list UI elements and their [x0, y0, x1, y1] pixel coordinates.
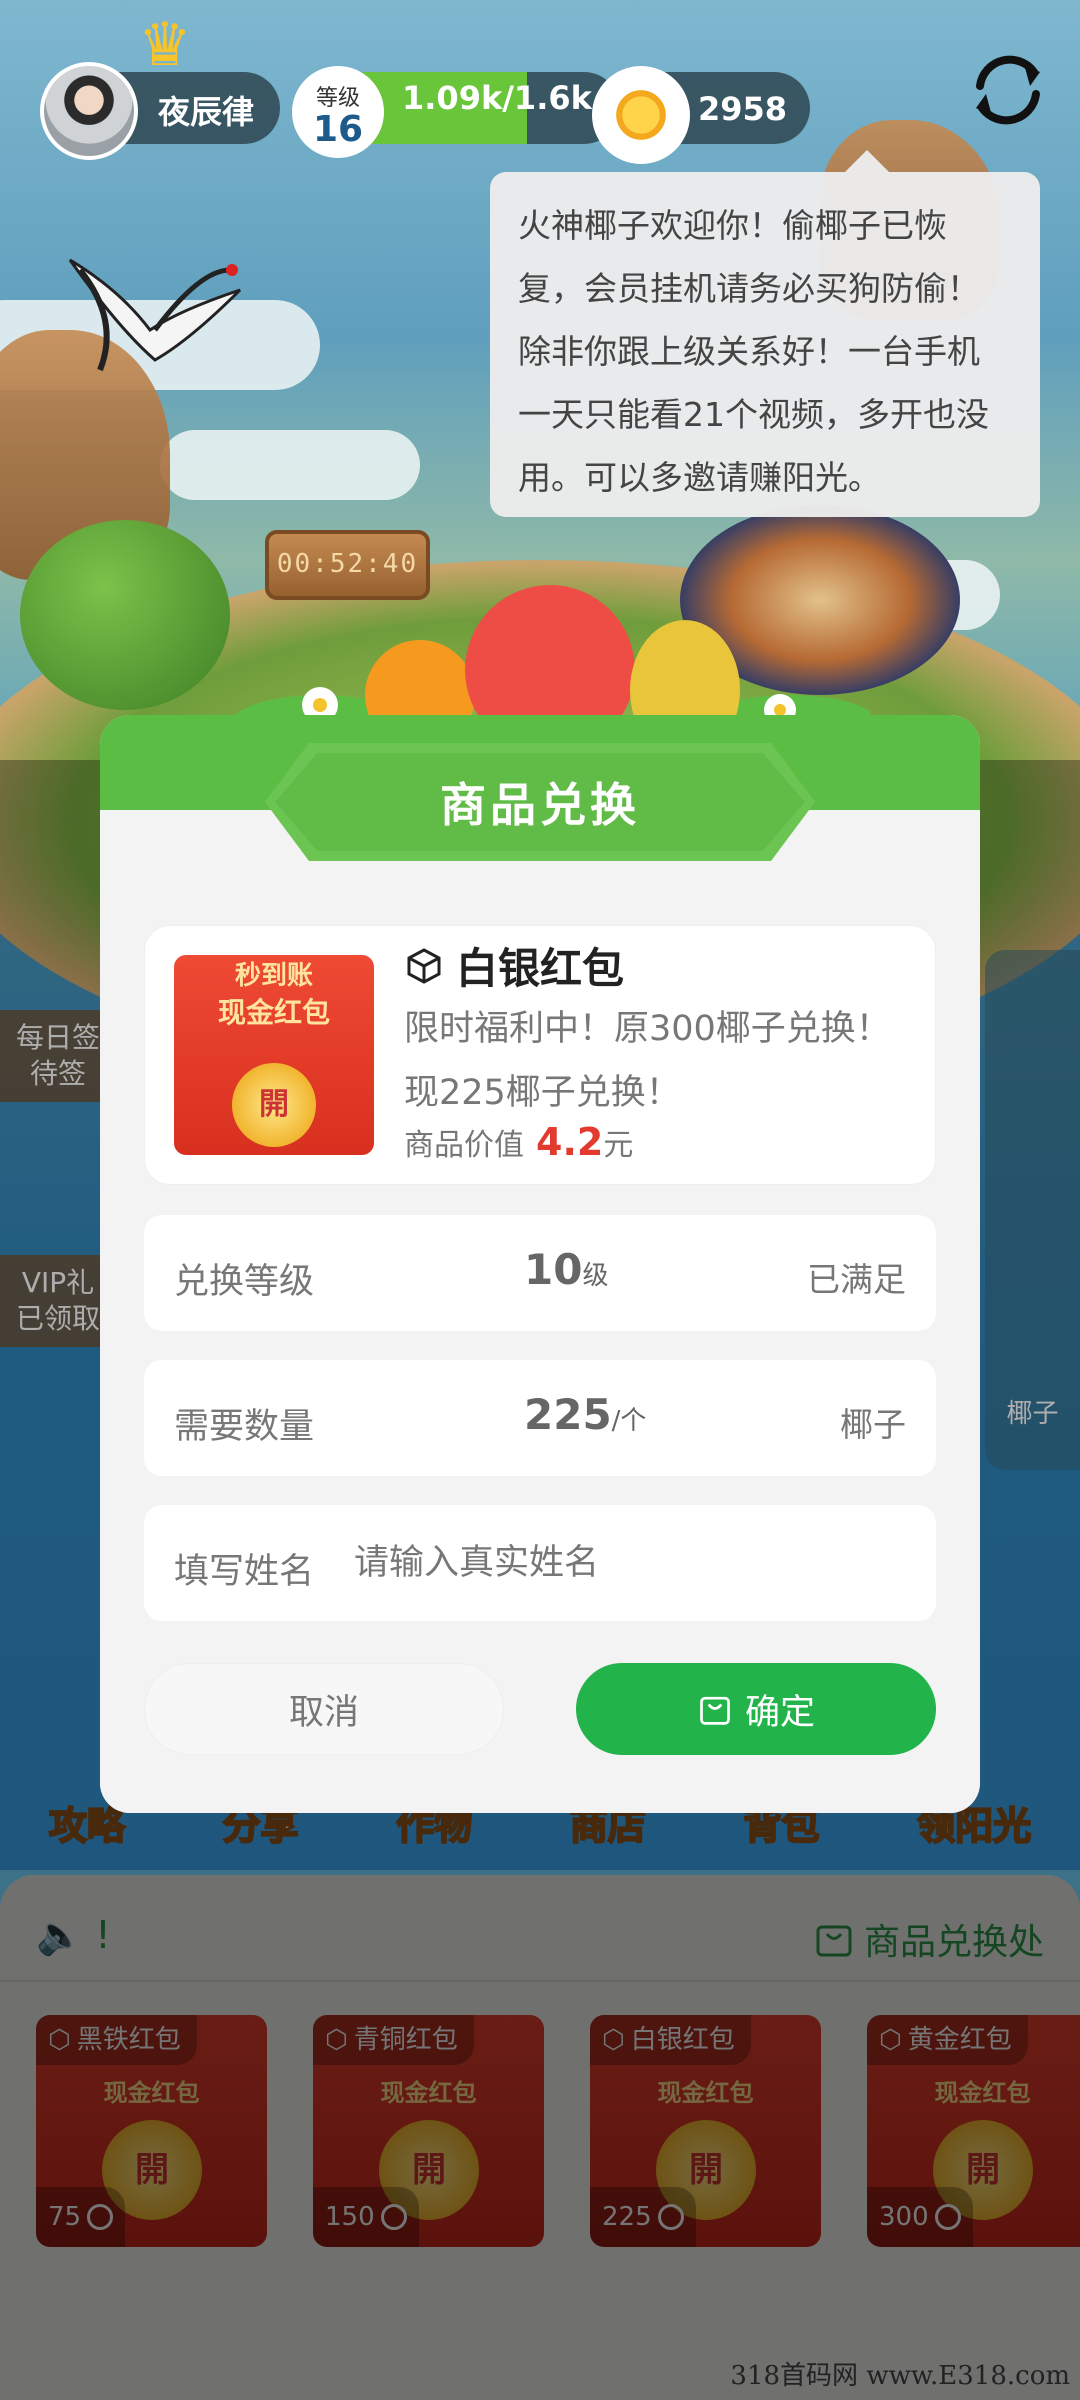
- quantity-currency: 椰子: [840, 1405, 906, 1444]
- sunshine-count: 2958: [698, 90, 788, 128]
- announcement-tooltip: 火神椰子欢迎你！偷椰子已恢复，会员挂机请务必买狗防偷！除非你跟上级关系好！一台手…: [490, 150, 1040, 517]
- level-badge: 等级 16: [292, 66, 384, 158]
- refresh-icon[interactable]: [960, 42, 1056, 138]
- open-coin-icon: 開: [232, 1063, 316, 1147]
- product-description: 限时福利中！原300椰子兑换！现225椰子兑换！: [404, 1009, 891, 1113]
- value-label: 商品价值: [404, 1128, 524, 1163]
- level-unit: 级: [582, 1261, 609, 1291]
- crown-icon: ♛: [138, 10, 192, 80]
- level-row-value: 10级: [524, 1245, 608, 1294]
- watermark: 318首码网 www.E318.com: [730, 2361, 1070, 2391]
- product-name-text: 白银红包: [456, 944, 625, 993]
- top-hud: ♛ 夜辰律 1.09k/1.6k 等级 16 2958: [40, 10, 1040, 164]
- sunshine-badge: [592, 66, 690, 164]
- user-name: 夜辰律: [158, 93, 255, 131]
- product-thumbnail: 秒到账 现金红包 開: [174, 955, 374, 1155]
- level-label: 等级: [315, 86, 360, 111]
- confirm-label: 确定: [744, 1692, 815, 1733]
- quantity-unit: /个: [611, 1406, 647, 1436]
- value-unit: 元: [603, 1128, 634, 1163]
- product-name: 白银红包: [404, 935, 624, 996]
- product-card: 秒到账 现金红包 開 白银红包 限时福利中！原300椰子兑换！现225椰子兑换！…: [144, 925, 936, 1185]
- shopping-bag-icon: [700, 1696, 730, 1725]
- quantity-row-value: 225/个: [524, 1390, 646, 1439]
- sun-icon: [612, 86, 670, 144]
- confirm-button[interactable]: 确定: [576, 1663, 936, 1755]
- level-row-label: 兑换等级: [174, 1262, 315, 1302]
- dialog-title: 商品兑换: [275, 753, 805, 851]
- box-icon: [407, 947, 441, 984]
- quantity-row: 需要数量 225/个 椰子: [144, 1360, 936, 1476]
- name-input-row: 填写姓名: [144, 1505, 936, 1621]
- level-requirement-row: 兑换等级 10级 已满足: [144, 1215, 936, 1331]
- quantity-value: 225: [524, 1390, 612, 1439]
- thumb-line2: 现金红包: [217, 996, 330, 1029]
- product-value: 商品价值 4.2 元: [404, 1120, 633, 1164]
- required-level: 10: [524, 1245, 583, 1294]
- cloud: [160, 430, 420, 500]
- crane-icon: [68, 258, 242, 372]
- value-amount: 4.2: [536, 1120, 604, 1164]
- level-status: 已满足: [807, 1260, 906, 1299]
- thumb-line1: 秒到账: [234, 961, 313, 991]
- name-row-label: 填写姓名: [174, 1552, 315, 1592]
- real-name-input[interactable]: [354, 1533, 894, 1593]
- tree: [20, 520, 230, 710]
- xp-text: 1.09k/1.6k: [402, 79, 592, 117]
- cancel-button[interactable]: 取消: [144, 1663, 504, 1755]
- avatar[interactable]: [40, 62, 138, 160]
- exchange-dialog: 商品兑换 秒到账 现金红包 開 白银红包 限时福利中！原300椰子兑换！现225…: [100, 715, 980, 1813]
- quantity-row-label: 需要数量: [174, 1407, 315, 1447]
- level-value: 16: [312, 109, 364, 150]
